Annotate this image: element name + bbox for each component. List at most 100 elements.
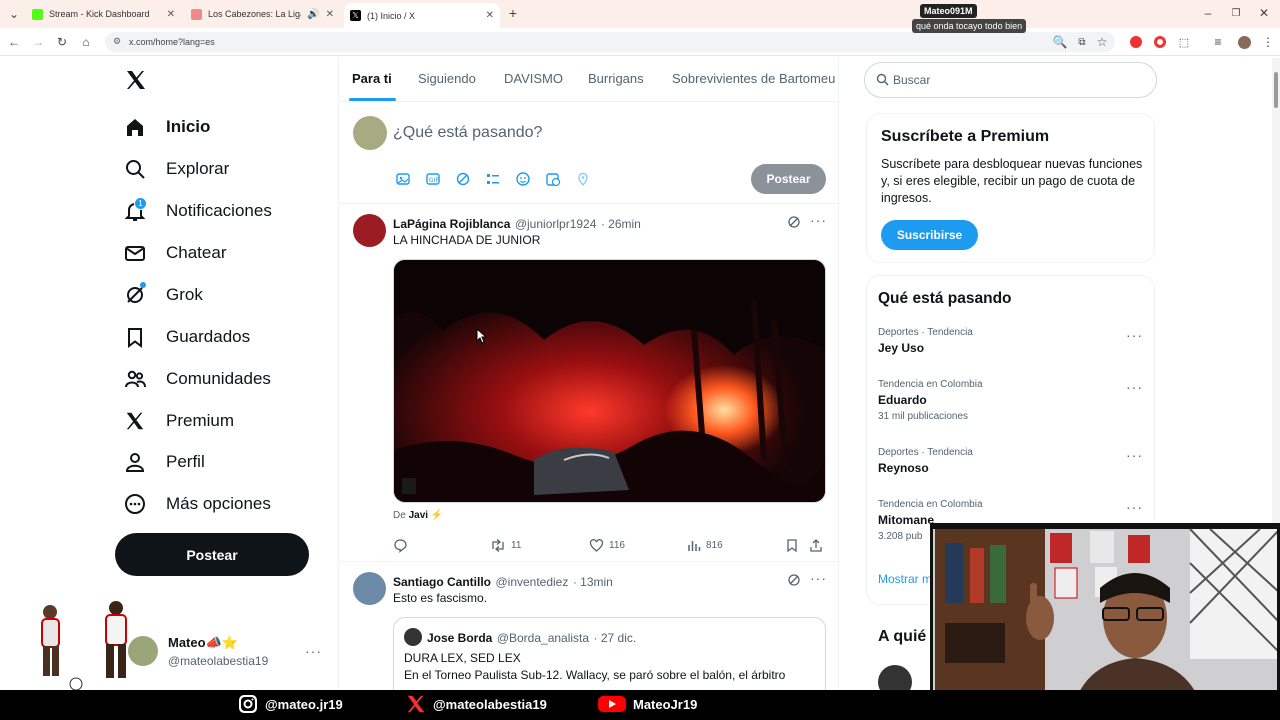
- new-tab-button[interactable]: +: [505, 5, 521, 21]
- tab-burrigans[interactable]: Burrigans: [588, 71, 644, 86]
- sidebar-item-m-s-opciones[interactable]: Más opciones: [122, 484, 271, 524]
- speaker-icon[interactable]: 🔊: [307, 9, 319, 20]
- gif-icon[interactable]: GIF: [425, 171, 441, 187]
- account-more-icon[interactable]: ···: [305, 643, 322, 659]
- sidebar-item-inicio[interactable]: Inicio: [122, 107, 210, 147]
- tweet-handle[interactable]: @juniorlpr1924: [515, 217, 597, 231]
- retweet-button[interactable]: 11: [490, 538, 521, 553]
- site-info-icon[interactable]: ⚙: [113, 36, 121, 47]
- tab-sobrevivientes[interactable]: Sobrevivientes de Bartomeu: [672, 71, 835, 86]
- close-tab-icon[interactable]: ✕: [486, 10, 494, 21]
- tweet-time[interactable]: · 26min: [601, 217, 641, 231]
- home-browser-icon[interactable]: ⌂: [78, 34, 94, 50]
- tweet-author-name[interactable]: LaPágina Rojiblanca: [393, 217, 510, 231]
- post-button[interactable]: Postear: [115, 533, 309, 576]
- sidebar-item-chatear[interactable]: Chatear: [122, 233, 226, 273]
- reply-button[interactable]: [393, 538, 413, 553]
- tweet-video[interactable]: [393, 259, 826, 503]
- like-button[interactable]: 116: [589, 538, 625, 553]
- sidebar-item-label: Más opciones: [166, 494, 271, 513]
- scrollbar-thumb[interactable]: [1274, 72, 1278, 108]
- star-bookmark-icon[interactable]: ☆: [1094, 34, 1110, 50]
- compose-avatar[interactable]: [353, 116, 387, 150]
- tweet-author-name[interactable]: Santiago Cantillo: [393, 575, 491, 589]
- minimize-icon[interactable]: –: [1200, 5, 1216, 21]
- sidebar-item-grok[interactable]: Grok: [122, 275, 203, 315]
- browser-menu-icon[interactable]: ⋮: [1260, 34, 1276, 50]
- trend-post-count: 31 mil publicaciones: [878, 411, 969, 422]
- sidebar-item-notificaciones[interactable]: 1 Notificaciones: [122, 191, 272, 231]
- bookmark-icon[interactable]: [785, 538, 799, 553]
- compose-input[interactable]: ¿Qué está pasando?: [393, 124, 542, 142]
- location-icon[interactable]: [575, 171, 591, 187]
- share-icon[interactable]: [809, 538, 823, 553]
- trend-item[interactable]: Deportes · Tendencia Reynoso ···: [878, 447, 1148, 495]
- extension-red-icon[interactable]: [1128, 34, 1144, 50]
- profile-avatar-icon[interactable]: [1236, 34, 1252, 50]
- bell-icon: 1: [122, 197, 148, 224]
- tab-search-icon[interactable]: ⌄: [6, 6, 22, 22]
- sidebar-item-explorar[interactable]: Explorar: [122, 149, 229, 189]
- kick-favicon-icon: [32, 8, 43, 20]
- trend-more-icon[interactable]: ···: [1126, 379, 1143, 395]
- reload-icon[interactable]: ↻: [54, 34, 70, 50]
- browser-tab-cabezones[interactable]: Los Cabezones: La Liga de 🔊 ✕: [185, 4, 340, 24]
- maximize-icon[interactable]: ❐: [1228, 5, 1244, 21]
- search-icon: [876, 73, 889, 86]
- media-credit-author[interactable]: Javi ⚡: [409, 510, 444, 521]
- grok-explain-icon[interactable]: [787, 215, 801, 229]
- close-tab-icon[interactable]: ✕: [167, 9, 175, 20]
- forward-icon[interactable]: →: [30, 34, 46, 50]
- search-input[interactable]: Buscar: [864, 62, 1157, 98]
- subscribe-button[interactable]: Suscribirse: [881, 220, 978, 250]
- emoji-icon[interactable]: [515, 171, 531, 187]
- sidebar-item-guardados[interactable]: Guardados: [122, 317, 250, 357]
- trend-more-icon[interactable]: ···: [1126, 327, 1143, 343]
- trend-name: Jey Uso: [878, 341, 925, 355]
- trend-more-icon[interactable]: ···: [1126, 447, 1143, 463]
- browser-toolbar: ← → ↻ ⌂ ⚙ x.com/home?lang=es 🔍 ⧉ ☆ ⬚ ≡ ⋮: [0, 28, 1280, 56]
- tweet-more-icon[interactable]: ···: [810, 570, 827, 586]
- premium-body: Suscríbete para desbloquear nuevas funci…: [881, 157, 1143, 205]
- tweet-handle[interactable]: @inventediez: [495, 575, 568, 589]
- close-tab-icon[interactable]: ✕: [326, 9, 334, 20]
- grok-explain-icon[interactable]: [787, 573, 801, 587]
- image-icon[interactable]: [395, 171, 411, 187]
- tab-para-ti[interactable]: Para ti: [352, 71, 392, 86]
- tweet-card[interactable]: LaPágina Rojiblanca @juniorlpr1924 · 26m…: [339, 204, 838, 562]
- views-button[interactable]: 816: [687, 538, 723, 553]
- browser-tab-kick[interactable]: Stream - Kick Dashboard ✕: [26, 4, 181, 24]
- trend-name: Reynoso: [878, 461, 929, 475]
- window-close-icon[interactable]: ✕: [1256, 5, 1272, 21]
- compose-post-button[interactable]: Postear: [751, 164, 826, 194]
- install-icon[interactable]: ⧉: [1074, 34, 1090, 50]
- tweet-avatar[interactable]: [353, 214, 386, 247]
- tab-davismo[interactable]: DAVISMO: [504, 71, 563, 86]
- extensions-icon[interactable]: ⬚: [1176, 34, 1192, 50]
- tweet-more-icon[interactable]: ···: [810, 212, 827, 228]
- show-more-link[interactable]: Mostrar m: [878, 572, 932, 586]
- sidebar-item-comunidades[interactable]: Comunidades: [122, 359, 271, 399]
- quote-text-line1: DURA LEX, SED LEX: [404, 651, 521, 665]
- tab-siguiendo[interactable]: Siguiendo: [418, 71, 476, 86]
- back-icon[interactable]: ←: [6, 34, 22, 50]
- tweet-time[interactable]: · 13min: [573, 575, 613, 589]
- sidebar-item-premium[interactable]: Premium: [122, 401, 234, 441]
- sidebar-item-label: Comunidades: [166, 369, 271, 388]
- trend-item[interactable]: Deportes · Tendencia Jey Uso ···: [878, 327, 1148, 375]
- browser-tab-x[interactable]: 𝕏 (1) Inicio / X ✕: [344, 3, 500, 28]
- more-circle-icon: [122, 491, 148, 517]
- trend-more-icon[interactable]: ···: [1126, 499, 1143, 515]
- sidebar-panel-icon[interactable]: ≡: [1210, 34, 1226, 50]
- schedule-icon[interactable]: [545, 171, 561, 187]
- poll-icon[interactable]: [485, 171, 501, 187]
- x-logo-icon[interactable]: [124, 68, 150, 94]
- trend-item[interactable]: Tendencia en Colombia Eduardo 31 mil publi…: [878, 379, 1148, 427]
- sidebar-item-perfil[interactable]: Perfil: [122, 442, 205, 482]
- grok-compose-icon[interactable]: [455, 171, 471, 187]
- extension-opera-icon[interactable]: [1152, 34, 1168, 50]
- trend-category: Tendencia en Colombia: [878, 379, 983, 390]
- main-timeline: Para ti Siguiendo DAVISMO Burrigans Sobr…: [338, 57, 839, 720]
- tweet-avatar[interactable]: [353, 572, 386, 605]
- zoom-icon[interactable]: 🔍: [1052, 34, 1068, 50]
